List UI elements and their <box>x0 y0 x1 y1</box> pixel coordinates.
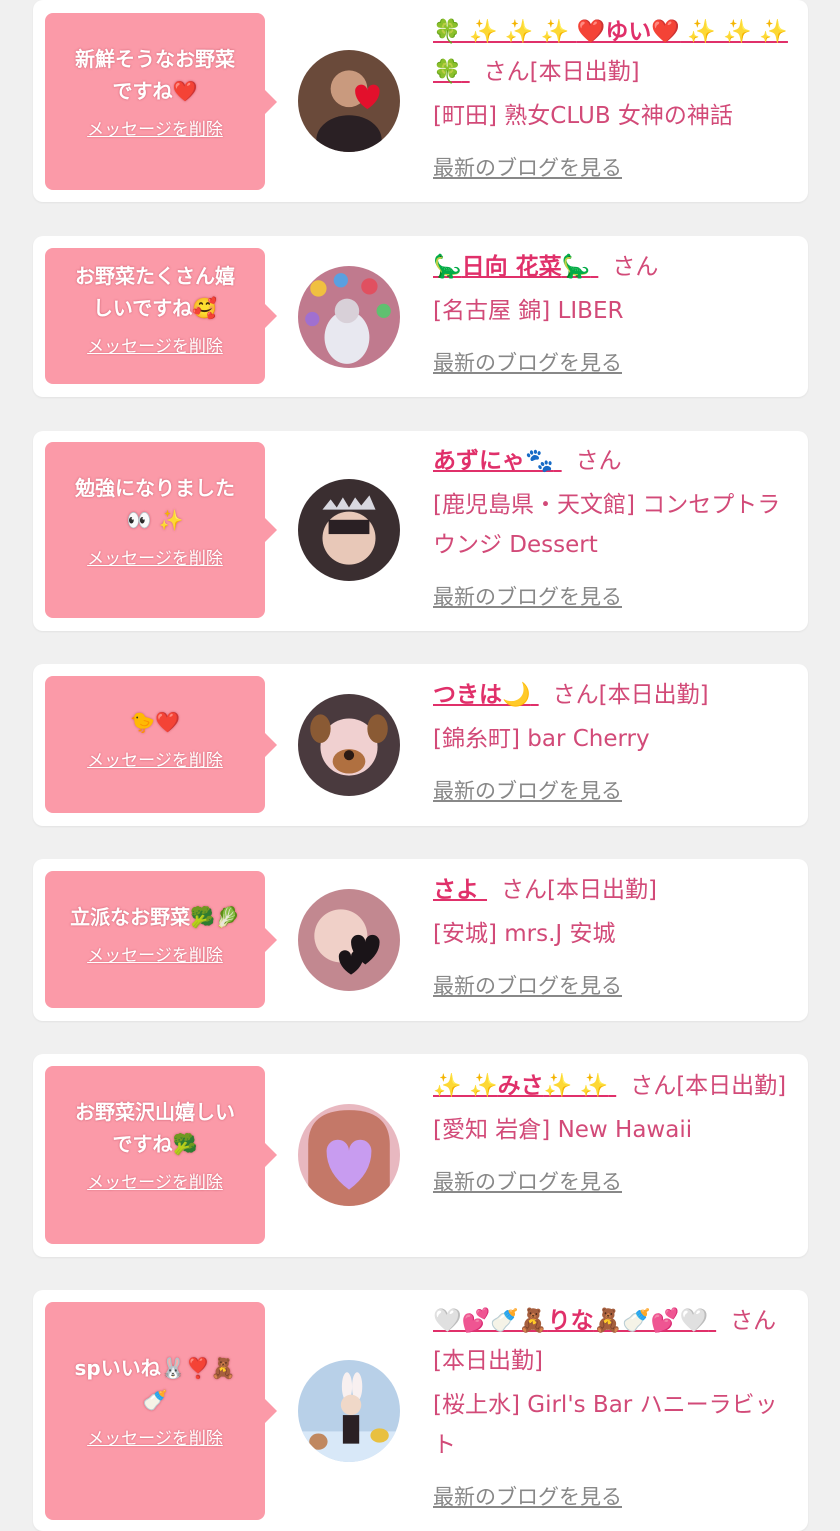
message-text: 🐤❤️ <box>130 710 180 734</box>
honorific-status: さん <box>612 254 659 280</box>
cast-name: ❤️ゆい❤️ <box>576 19 681 45</box>
message-bubble: spいいね🐰❣️🧸 🍼 メッセージを削除 <box>45 1302 277 1520</box>
avatar-icon <box>298 266 400 368</box>
name-suffix-emoji: 🌙 <box>502 682 531 708</box>
avatar[interactable] <box>298 50 400 152</box>
delete-message-link[interactable]: メッセージを削除 <box>45 336 265 358</box>
message-text: お野菜たくさん嬉 しいですね🥰 <box>75 264 235 320</box>
shop-name: [愛知 岩倉] New Hawaii <box>433 1117 693 1143</box>
shop-name: [桜上水] Girl's Bar ハニーラビット <box>433 1392 778 1458</box>
message-bubble: 立派なお野菜🥦🥬 メッセージを削除 <box>45 871 277 1008</box>
cast-name: さよ <box>433 877 479 903</box>
cast-info: あずにゃ🐾 さん [鹿児島県・天文館] コンセプトラウンジ Dessert 最新… <box>433 441 793 611</box>
cast-name: りな <box>547 1308 594 1334</box>
message-text: お野菜沢山嬉しい ですね🥦 <box>75 1100 235 1156</box>
cast-name-link[interactable]: つきは🌙 <box>433 682 539 708</box>
cast-name-link[interactable]: 🦕日向 花菜🦕 <box>433 254 598 280</box>
cast-name: みさ <box>497 1073 544 1099</box>
shop-name: [町田] 熟女CLUB 女神の神話 <box>433 103 733 129</box>
message-text: 立派なお野菜🥦🥬 <box>70 905 240 929</box>
name-prefix-emoji: 🤍💕🍼🧸 <box>433 1308 548 1334</box>
name-prefix-emoji: 🦕 <box>433 254 462 280</box>
cast-info: 🤍💕🍼🧸りな🧸🍼💕🤍 さん[本日出勤] [桜上水] Girl's Bar ハニー… <box>433 1301 793 1511</box>
view-latest-blog-link[interactable]: 最新のブログを見る <box>433 777 793 805</box>
name-suffix-emoji: ✨ ✨ <box>543 1073 609 1099</box>
name-prefix-emoji: 🍀 ✨ ✨ ✨ <box>433 19 577 45</box>
cast-info: さよ さん[本日出勤] [安城] mrs.J 安城 最新のブログを見る <box>433 870 793 1000</box>
delete-message-link[interactable]: メッセージを削除 <box>45 1172 265 1194</box>
message-bubble: 勉強になりました 👀 ✨ メッセージを削除 <box>45 442 277 618</box>
message-text: 新鮮そうなお野菜 ですね❤️ <box>75 47 235 103</box>
delete-message-link[interactable]: メッセージを削除 <box>45 750 265 772</box>
message-card: お野菜沢山嬉しい ですね🥦 メッセージを削除 ✨ ✨みさ✨ ✨ さん[本日出勤]… <box>33 1054 808 1257</box>
name-suffix-emoji: 🐾 <box>525 448 554 474</box>
name-suffix-emoji: 🦕 <box>561 254 591 280</box>
name-suffix-emoji: 🧸🍼💕🤍 <box>593 1308 709 1334</box>
message-card: 新鮮そうなお野菜 ですね❤️ メッセージを削除 🍀 ✨ ✨ ✨ ❤️ゆい❤️ ✨… <box>33 0 808 202</box>
cast-info: 🦕日向 花菜🦕 さん [名古屋 錦] LIBER 最新のブログを見る <box>433 247 793 377</box>
view-latest-blog-link[interactable]: 最新のブログを見る <box>433 583 793 611</box>
view-latest-blog-link[interactable]: 最新のブログを見る <box>433 972 793 1000</box>
cast-name: あずにゃ <box>433 448 525 474</box>
message-text: 勉強になりました 👀 ✨ <box>75 476 235 532</box>
message-bubble: お野菜たくさん嬉 しいですね🥰 メッセージを削除 <box>45 248 277 384</box>
avatar-icon <box>298 479 400 581</box>
message-card: spいいね🐰❣️🧸 🍼 メッセージを削除 🤍💕🍼🧸りな🧸🍼💕🤍 さん[本日出勤]… <box>33 1290 808 1531</box>
delete-message-link[interactable]: メッセージを削除 <box>45 119 265 141</box>
view-latest-blog-link[interactable]: 最新のブログを見る <box>433 154 793 182</box>
view-latest-blog-link[interactable]: 最新のブログを見る <box>433 1168 793 1196</box>
shop-name: [名古屋 錦] LIBER <box>433 298 624 324</box>
message-bubble: 新鮮そうなお野菜 ですね❤️ メッセージを削除 <box>45 13 277 190</box>
cast-info: 🍀 ✨ ✨ ✨ ❤️ゆい❤️ ✨ ✨ ✨ 🍀 さん[本日出勤] [町田] 熟女C… <box>433 12 793 182</box>
message-text: spいいね🐰❣️🧸 🍼 <box>74 1356 236 1412</box>
cast-name: つきは <box>433 682 502 708</box>
avatar[interactable] <box>298 266 400 368</box>
view-latest-blog-link[interactable]: 最新のブログを見る <box>433 1483 793 1511</box>
name-prefix-emoji: ✨ ✨ <box>433 1073 498 1099</box>
delete-message-link[interactable]: メッセージを削除 <box>45 548 265 570</box>
cast-name-link[interactable]: 🤍💕🍼🧸りな🧸🍼💕🤍 <box>433 1308 716 1334</box>
delete-message-link[interactable]: メッセージを削除 <box>45 945 265 967</box>
avatar-icon <box>298 1104 400 1206</box>
cast-name-link[interactable]: ✨ ✨みさ✨ ✨ <box>433 1073 616 1099</box>
avatar-icon <box>298 889 400 991</box>
avatar[interactable] <box>298 479 400 581</box>
message-bubble: 🐤❤️ メッセージを削除 <box>45 676 277 813</box>
honorific-status: さん[本日出勤] <box>552 682 709 708</box>
cast-info: ✨ ✨みさ✨ ✨ さん[本日出勤] [愛知 岩倉] New Hawaii 最新の… <box>433 1066 793 1196</box>
honorific-status: さん[本日出勤] <box>501 877 657 903</box>
cast-name-link[interactable]: さよ <box>433 877 487 903</box>
avatar[interactable] <box>298 1360 400 1462</box>
message-card: 勉強になりました 👀 ✨ メッセージを削除 あずにゃ🐾 さん [鹿児島県・天文館… <box>33 431 808 631</box>
shop-name: [錦糸町] bar Cherry <box>433 726 650 752</box>
message-card: お野菜たくさん嬉 しいですね🥰 メッセージを削除 🦕日向 花菜🦕 さん [名古屋… <box>33 236 808 397</box>
message-bubble: お野菜沢山嬉しい ですね🥦 メッセージを削除 <box>45 1066 277 1244</box>
cast-name: 日向 花菜 <box>461 254 562 280</box>
message-list: 新鮮そうなお野菜 ですね❤️ メッセージを削除 🍀 ✨ ✨ ✨ ❤️ゆい❤️ ✨… <box>0 0 840 1531</box>
avatar[interactable] <box>298 889 400 991</box>
avatar-icon <box>298 50 400 152</box>
view-latest-blog-link[interactable]: 最新のブログを見る <box>433 349 793 377</box>
avatar[interactable] <box>298 694 400 796</box>
avatar-icon <box>298 1360 400 1462</box>
avatar-icon <box>298 694 400 796</box>
shop-name: [安城] mrs.J 安城 <box>433 921 616 947</box>
honorific-status: さん[本日出勤] <box>483 59 640 85</box>
message-card: 立派なお野菜🥦🥬 メッセージを削除 さよ さん[本日出勤] [安城] mrs.J… <box>33 859 808 1021</box>
shop-name: [鹿児島県・天文館] コンセプトラウンジ Dessert <box>433 492 781 558</box>
message-card: 🐤❤️ メッセージを削除 つきは🌙 さん[本日出勤] [錦糸町] bar Che… <box>33 664 808 826</box>
avatar[interactable] <box>298 1104 400 1206</box>
delete-message-link[interactable]: メッセージを削除 <box>45 1428 265 1450</box>
cast-info: つきは🌙 さん[本日出勤] [錦糸町] bar Cherry 最新のブログを見る <box>433 675 793 805</box>
honorific-status: さん <box>575 448 622 474</box>
honorific-status: さん[本日出勤] <box>630 1073 787 1099</box>
cast-name-link[interactable]: あずにゃ🐾 <box>433 448 562 474</box>
